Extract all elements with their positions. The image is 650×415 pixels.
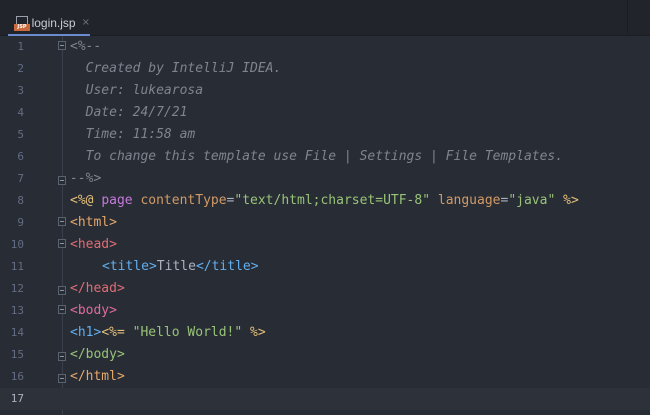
- line-number: 10: [10, 238, 24, 251]
- line-number: 9: [17, 216, 24, 229]
- directive-open: <%@: [70, 193, 102, 208]
- code-line: 11 <title>Title</title>: [0, 256, 650, 278]
- expression-close: %>: [250, 325, 266, 340]
- comment-open: <%--: [70, 39, 102, 54]
- jsp-file-icon: JSP: [14, 16, 30, 31]
- tab-bar-divider: [627, 0, 628, 36]
- line-number: 1: [17, 40, 24, 53]
- line-number: 4: [17, 106, 24, 119]
- h1-open-tag: <h1>: [70, 325, 102, 340]
- code-line: 1 <%--: [0, 36, 650, 58]
- code-line: 3 User: lukearosa: [0, 80, 650, 102]
- line-number: 17: [10, 392, 24, 405]
- code-line: 16 </html>: [0, 366, 650, 388]
- code-line: 12 </head>: [0, 278, 650, 300]
- code-line: 2 Created by IntelliJ IDEA.: [0, 58, 650, 80]
- ide-window: JSP login.jsp × 1 <%-- 2 Created by Inte…: [0, 0, 650, 415]
- directive-attr-contenttype: contentType: [140, 193, 227, 208]
- html-close-tag: </html>: [70, 369, 125, 384]
- comment-template: To change this template use File | Setti…: [70, 149, 564, 164]
- tab-login-jsp[interactable]: JSP login.jsp ×: [8, 8, 90, 36]
- line-number: 12: [10, 282, 24, 295]
- fold-collapse-icon[interactable]: [58, 217, 66, 226]
- directive-keyword: page: [101, 193, 133, 208]
- comment-time: Time: 11:58 am: [70, 127, 196, 142]
- title-element: <title>Title</title>: [102, 256, 259, 278]
- title-open-tag: <title>: [102, 259, 157, 274]
- current-code-line[interactable]: 17: [0, 388, 650, 410]
- line-number: 8: [17, 194, 24, 207]
- directive-value-contenttype: "text/html;charset=UTF-8": [234, 193, 431, 208]
- body-close-tag: </body>: [70, 347, 125, 362]
- fold-end-icon[interactable]: [58, 352, 66, 361]
- line-number: 13: [10, 304, 24, 317]
- code-line: 15 </body>: [0, 344, 650, 366]
- head-close-tag: </head>: [70, 281, 125, 296]
- comment-close: --%>: [70, 171, 102, 186]
- title-close-tag: </title>: [195, 259, 259, 274]
- fold-collapse-icon[interactable]: [58, 305, 66, 314]
- expression-value: "Hello World!": [132, 325, 243, 340]
- expression-open: <%=: [101, 325, 125, 340]
- comment-date: Date: 24/7/21: [70, 105, 188, 120]
- fold-end-icon[interactable]: [58, 374, 66, 383]
- code-line: 13 <body>: [0, 300, 650, 322]
- code-line: 14 <h1><%= "Hello World!" %>: [0, 322, 650, 344]
- tab-label: login.jsp: [31, 16, 76, 30]
- comment-user: User: lukearosa: [70, 83, 204, 98]
- directive-value-language: "java": [508, 193, 556, 208]
- line-number: 3: [17, 84, 24, 97]
- code-line: 8 <%@ page contentType="text/html;charse…: [0, 190, 650, 212]
- fold-end-icon[interactable]: [58, 176, 66, 185]
- fold-end-icon[interactable]: [58, 286, 66, 295]
- code-line: 4 Date: 24/7/21: [0, 102, 650, 124]
- fold-collapse-icon[interactable]: [58, 239, 66, 248]
- h1-element: <h1><%= "Hello World!" %>: [70, 322, 266, 344]
- code-line: 5 Time: 11:58 am: [0, 124, 650, 146]
- fold-collapse-icon[interactable]: [58, 41, 66, 50]
- line-number: 2: [17, 62, 24, 75]
- close-icon[interactable]: ×: [82, 16, 90, 30]
- editor-tab-bar: JSP login.jsp ×: [0, 0, 650, 36]
- line-number: 7: [17, 172, 24, 185]
- code-line: 9 <html>: [0, 212, 650, 234]
- line-number: 15: [10, 348, 24, 361]
- code-line: 6 To change this template use File | Set…: [0, 146, 650, 168]
- code-editor[interactable]: 1 <%-- 2 Created by IntelliJ IDEA. 3 Use…: [0, 36, 650, 415]
- directive-close: %>: [563, 193, 579, 208]
- page-directive: <%@ page contentType="text/html;charset=…: [70, 193, 579, 208]
- line-number: 16: [10, 370, 24, 383]
- line-number: 5: [17, 128, 24, 141]
- line-number: 6: [17, 150, 24, 163]
- directive-attr-language: language: [437, 193, 501, 208]
- line-number: 14: [10, 326, 24, 339]
- head-open-tag: <head>: [70, 237, 117, 252]
- html-open-tag: <html>: [70, 215, 117, 230]
- line-number: 11: [10, 260, 24, 273]
- body-open-tag: <body>: [70, 303, 117, 318]
- title-text: Title: [156, 259, 196, 274]
- code-line: 7 --%>: [0, 168, 650, 190]
- code-line: 10 <head>: [0, 234, 650, 256]
- comment-created: Created by IntelliJ IDEA.: [70, 61, 282, 76]
